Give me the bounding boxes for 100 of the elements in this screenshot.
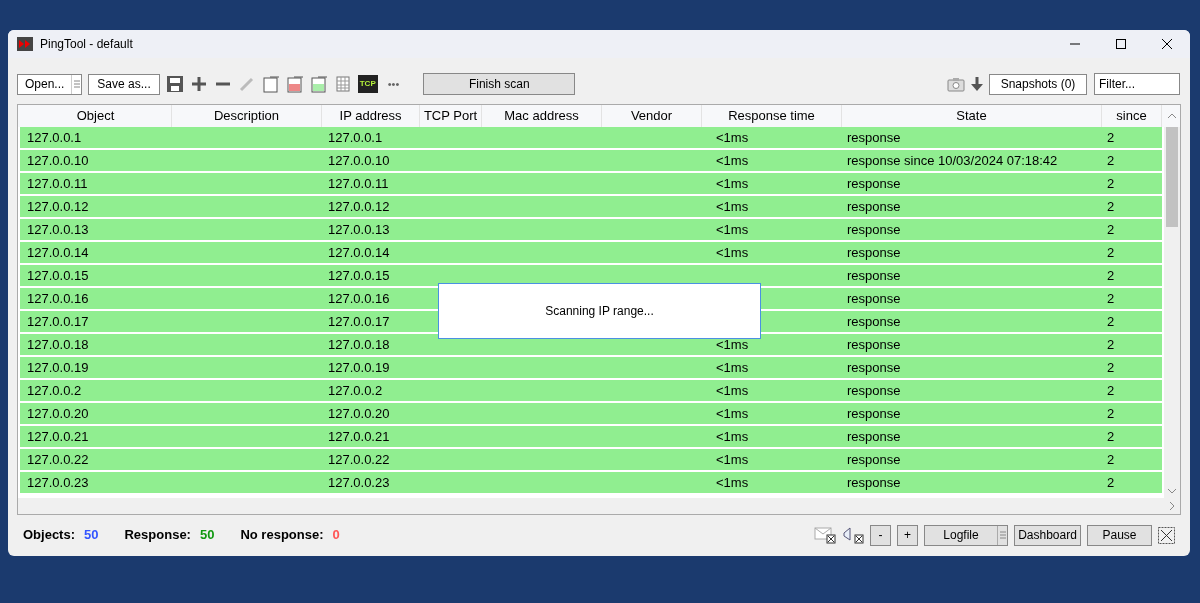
camera-icon[interactable] (947, 76, 965, 92)
more-button[interactable]: ••• (383, 75, 404, 93)
table-cell-text: 127.0.0.16 (327, 289, 391, 308)
dashboard-button[interactable]: Dashboard (1014, 524, 1081, 546)
table-cell: <1ms (716, 221, 749, 237)
save-as-button[interactable]: Save as... (88, 73, 160, 95)
table-cell-text: 127.0.0.12 (26, 197, 90, 216)
table-row[interactable]: 127.0.0.22 127.0.0.22 <1ms response 2 (20, 449, 1162, 472)
table-cell: <1ms (716, 405, 749, 421)
table-cell-text: 2 (1106, 174, 1116, 193)
table-cell-text: 2 (1106, 197, 1116, 216)
table-cell-text: response (846, 312, 902, 331)
status-label: Objects: (23, 526, 75, 545)
window-title: PingTool - default (40, 36, 133, 53)
table-cell-text: response (846, 220, 902, 239)
close-icon[interactable] (1158, 526, 1175, 544)
table-row[interactable]: 127.0.0.20 127.0.0.20 <1ms response 2 (20, 403, 1162, 426)
vertical-scrollbar[interactable] (1164, 127, 1180, 498)
maximize-icon[interactable] (1116, 39, 1126, 49)
table-row[interactable]: 127.0.0.14 127.0.0.14 <1ms response 2 (20, 242, 1162, 265)
table-row[interactable]: 127.0.0.1 127.0.0.1 <1ms response 2 (20, 127, 1162, 150)
table-cell-text: 127.0.0.22 (327, 450, 391, 469)
table-cell: <1ms (716, 152, 749, 168)
open-split-button[interactable]: Open... (17, 73, 83, 95)
minus-button[interactable]: - (870, 524, 891, 546)
table-cell-text: 127.0.0.13 (327, 220, 391, 239)
table-cell: <1ms (716, 129, 749, 145)
status-label: No response: (240, 526, 324, 545)
table-cell: <1ms (716, 474, 749, 490)
close-icon[interactable] (1162, 39, 1172, 49)
table-cell-text: response (846, 450, 902, 469)
table-cell-text: 127.0.0.13 (26, 220, 90, 239)
table-cell-text: 2 (1106, 450, 1116, 469)
table-cell-text: 127.0.0.16 (26, 289, 90, 308)
table-cell-text: 127.0.0.23 (327, 473, 391, 492)
table-cell: <1ms (716, 428, 749, 444)
save-icon[interactable] (165, 75, 184, 93)
table-cell-text: 2 (1106, 358, 1116, 377)
table-cell-text: response (846, 335, 902, 354)
table-cell-text: 127.0.0.12 (327, 197, 391, 216)
table-cell-text: 127.0.0.10 (327, 151, 391, 170)
table-cell-text: 2 (1106, 289, 1116, 308)
table-cell-text: 127.0.0.17 (327, 312, 391, 331)
table-cell-text: 127.0.0.14 (327, 243, 391, 262)
table-cell-text: 127.0.0.22 (26, 450, 90, 469)
table-row[interactable]: 127.0.0.12 127.0.0.12 <1ms response 2 (20, 196, 1162, 219)
table-cell-text: 127.0.0.2 (327, 381, 384, 400)
table-row[interactable]: 127.0.0.23 127.0.0.23 <1ms response 2 (20, 472, 1162, 495)
filter-field[interactable]: Filter... (1094, 73, 1180, 95)
logfile-button[interactable]: Logfile (925, 525, 997, 545)
table-cell-text: 127.0.0.14 (26, 243, 90, 262)
table-cell-text: 127.0.0.21 (26, 427, 90, 446)
table-cell-text: response (846, 289, 902, 308)
document-icon[interactable] (261, 75, 280, 93)
table-cell-text: 2 (1106, 427, 1116, 446)
table-cell-text: 127.0.0.17 (26, 312, 90, 331)
table-cell-text: 2 (1106, 151, 1116, 170)
grid-icon[interactable] (333, 75, 352, 93)
table-cell-text: response since 10/03/2024 07:18:42 (846, 151, 1059, 170)
table-cell-text: 127.0.0.11 (26, 174, 89, 193)
open-button[interactable]: Open... (18, 74, 72, 94)
table-cell: <1ms (716, 359, 749, 375)
table-cell-text: response (846, 197, 902, 216)
table-cell-text: 2 (1106, 128, 1116, 147)
table-cell-text: response (846, 473, 902, 492)
table-cell: <1ms (716, 451, 749, 467)
table-cell-text: response (846, 266, 902, 285)
table-row[interactable]: 127.0.0.21 127.0.0.21 <1ms response 2 (20, 426, 1162, 449)
document-filled-icon[interactable] (309, 75, 328, 93)
download-arrow-icon[interactable] (970, 76, 984, 92)
table-cell-text: 127.0.0.19 (26, 358, 90, 377)
table-row[interactable]: 127.0.0.2 127.0.0.2 <1ms response 2 (20, 380, 1162, 403)
table-cell-text: 2 (1106, 266, 1116, 285)
table-row[interactable]: 127.0.0.19 127.0.0.19 <1ms response 2 (20, 357, 1162, 380)
table-cell-text: 2 (1106, 220, 1116, 239)
table-row[interactable]: 127.0.0.18 127.0.0.18 <1ms response 2 (20, 334, 1162, 357)
scrollbar-thumb[interactable] (1166, 127, 1178, 227)
finish-scan-button[interactable]: Finish scan (423, 73, 576, 95)
table-row[interactable]: 127.0.0.10 127.0.0.10 <1ms response since 10/03/2024 07:18:42 2 (20, 150, 1162, 173)
pause-button[interactable]: Pause (1087, 524, 1152, 546)
plus-button[interactable]: + (897, 524, 918, 546)
menu-icon[interactable] (997, 525, 1007, 545)
status-count: 0 (332, 526, 340, 545)
table-row[interactable]: 127.0.0.11 127.0.0.11 <1ms response 2 (20, 173, 1162, 196)
table-cell-text: 127.0.0.20 (327, 404, 391, 423)
tcp-button[interactable]: TCP (357, 75, 378, 93)
table-cell-text: 2 (1106, 381, 1116, 400)
table-cell-text: 127.0.0.2 (26, 381, 83, 400)
table-cell-text: 127.0.0.18 (327, 335, 391, 354)
plus-icon[interactable] (189, 75, 208, 93)
menu-icon[interactable] (71, 74, 82, 94)
horizontal-scrollbar[interactable] (18, 498, 1180, 514)
table-cell-text: 127.0.0.11 (327, 174, 390, 193)
table-row[interactable]: 127.0.0.13 127.0.0.13 <1ms response 2 (20, 219, 1162, 242)
document-marked-icon[interactable] (285, 75, 304, 93)
status-label: Response: (124, 526, 191, 545)
snapshots-button[interactable]: Snapshots (0) (989, 73, 1087, 95)
table-row[interactable]: 127.0.0.15 127.0.0.15 response 2 (20, 265, 1162, 288)
logfile-split-button[interactable]: Logfile (924, 524, 1008, 546)
table-cell-text: 127.0.0.10 (26, 151, 90, 170)
